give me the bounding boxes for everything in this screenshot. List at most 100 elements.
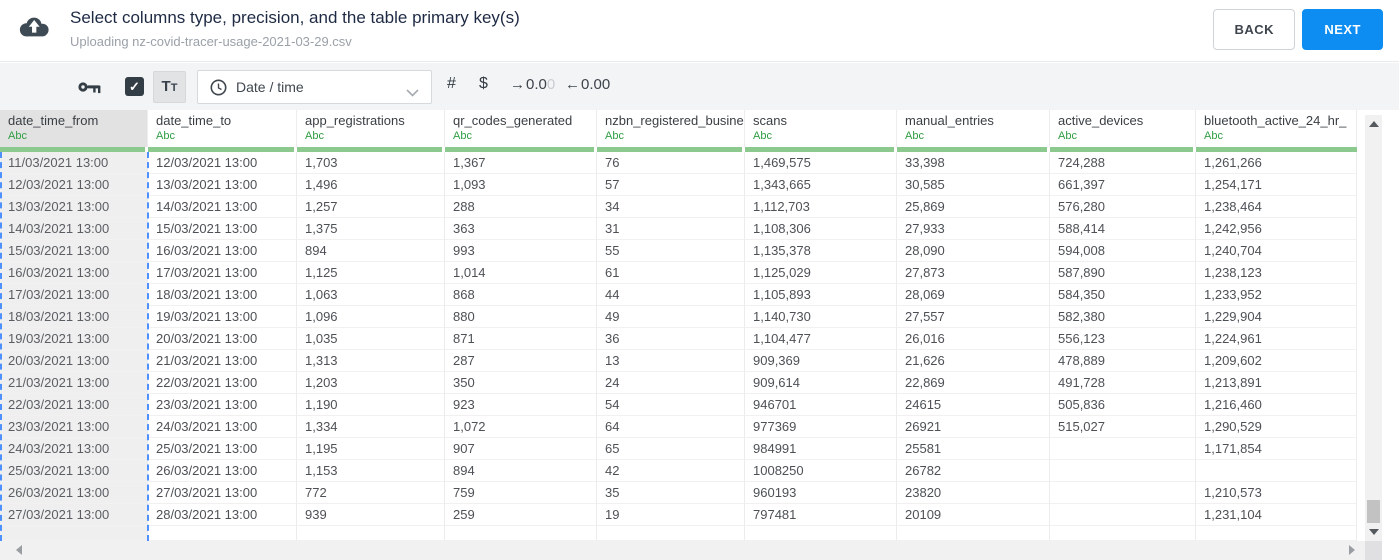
table-cell[interactable]: 1,104,477 bbox=[745, 328, 897, 350]
table-cell[interactable]: 894 bbox=[445, 460, 597, 482]
scroll-right-icon[interactable] bbox=[1349, 545, 1355, 555]
table-cell[interactable]: 259 bbox=[445, 504, 597, 526]
table-cell[interactable]: 939 bbox=[297, 504, 445, 526]
table-cell[interactable]: 61 bbox=[597, 262, 745, 284]
horizontal-scrollbar[interactable] bbox=[0, 541, 1365, 560]
table-cell[interactable]: 26/03/2021 13:00 bbox=[0, 482, 148, 504]
table-cell[interactable]: 1,254,171 bbox=[1196, 174, 1357, 196]
table-cell[interactable]: 868 bbox=[445, 284, 597, 306]
table-cell[interactable]: 19/03/2021 13:00 bbox=[0, 328, 148, 350]
table-cell[interactable]: 1,171,854 bbox=[1196, 438, 1357, 460]
table-cell[interactable]: 1,216,460 bbox=[1196, 394, 1357, 416]
number-type-button[interactable]: # bbox=[447, 75, 456, 93]
table-cell[interactable]: 12/03/2021 13:00 bbox=[0, 174, 148, 196]
table-cell[interactable]: 1,375 bbox=[297, 218, 445, 240]
table-cell[interactable]: 24/03/2021 13:00 bbox=[0, 438, 148, 460]
table-cell[interactable]: 27/03/2021 13:00 bbox=[0, 504, 148, 526]
table-cell[interactable]: 26782 bbox=[897, 460, 1050, 482]
table-cell[interactable]: 1,233,952 bbox=[1196, 284, 1357, 306]
table-cell[interactable]: 288 bbox=[445, 196, 597, 218]
table-cell[interactable]: 14/03/2021 13:00 bbox=[148, 196, 297, 218]
table-cell[interactable]: 31 bbox=[597, 218, 745, 240]
decrease-decimal-button[interactable]: ←0.00 bbox=[565, 76, 610, 93]
table-cell[interactable]: 13 bbox=[597, 350, 745, 372]
table-cell[interactable]: 26/03/2021 13:00 bbox=[148, 460, 297, 482]
table-cell[interactable]: 23/03/2021 13:00 bbox=[0, 416, 148, 438]
table-cell[interactable]: 1,135,378 bbox=[745, 240, 897, 262]
table-cell[interactable] bbox=[297, 526, 445, 541]
table-cell[interactable]: 24615 bbox=[897, 394, 1050, 416]
column-header-active_devices[interactable]: active_devices Abc bbox=[1050, 110, 1196, 147]
table-cell[interactable]: 25/03/2021 13:00 bbox=[148, 438, 297, 460]
table-cell[interactable]: 27,933 bbox=[897, 218, 1050, 240]
table-cell[interactable]: 1,229,904 bbox=[1196, 306, 1357, 328]
table-cell[interactable]: 505,836 bbox=[1050, 394, 1196, 416]
column-header-manual_entries[interactable]: manual_entries Abc bbox=[897, 110, 1050, 147]
table-cell[interactable]: 923 bbox=[445, 394, 597, 416]
table-cell[interactable] bbox=[897, 526, 1050, 541]
table-cell[interactable]: 25581 bbox=[897, 438, 1050, 460]
table-cell[interactable]: 35 bbox=[597, 482, 745, 504]
back-button[interactable]: BACK bbox=[1213, 9, 1295, 50]
table-cell[interactable]: 1,093 bbox=[445, 174, 597, 196]
table-cell[interactable]: 27,873 bbox=[897, 262, 1050, 284]
table-cell[interactable]: 26,016 bbox=[897, 328, 1050, 350]
table-cell[interactable]: 1,112,703 bbox=[745, 196, 897, 218]
scroll-up-icon[interactable] bbox=[1369, 121, 1379, 127]
table-cell[interactable]: 478,889 bbox=[1050, 350, 1196, 372]
table-cell[interactable]: 587,890 bbox=[1050, 262, 1196, 284]
table-cell[interactable]: 759 bbox=[445, 482, 597, 504]
table-cell[interactable] bbox=[1050, 504, 1196, 526]
column-header-date_time_to[interactable]: date_time_to Abc bbox=[148, 110, 297, 147]
table-cell[interactable] bbox=[1050, 438, 1196, 460]
next-button[interactable]: NEXT bbox=[1302, 9, 1383, 50]
table-cell[interactable]: 34 bbox=[597, 196, 745, 218]
table-cell[interactable]: 27,557 bbox=[897, 306, 1050, 328]
table-cell[interactable]: 20/03/2021 13:00 bbox=[0, 350, 148, 372]
table-cell[interactable]: 1,210,573 bbox=[1196, 482, 1357, 504]
table-cell[interactable]: 24 bbox=[597, 372, 745, 394]
include-column-checkbox[interactable]: ✓ bbox=[125, 77, 144, 96]
vertical-scrollbar-thumb[interactable] bbox=[1367, 500, 1380, 523]
table-cell[interactable]: 15/03/2021 13:00 bbox=[0, 240, 148, 262]
table-cell[interactable]: 1,195 bbox=[297, 438, 445, 460]
table-cell[interactable]: 16/03/2021 13:00 bbox=[0, 262, 148, 284]
table-cell[interactable]: 946701 bbox=[745, 394, 897, 416]
table-cell[interactable]: 36 bbox=[597, 328, 745, 350]
type-dropdown[interactable]: Date / time bbox=[197, 70, 432, 104]
table-cell[interactable] bbox=[0, 526, 148, 541]
column-header-qr_codes_generated[interactable]: qr_codes_generated Abc bbox=[445, 110, 597, 147]
table-cell[interactable]: 894 bbox=[297, 240, 445, 262]
table-cell[interactable]: 13/03/2021 13:00 bbox=[0, 196, 148, 218]
table-cell[interactable]: 1,334 bbox=[297, 416, 445, 438]
table-cell[interactable]: 1,496 bbox=[297, 174, 445, 196]
table-cell[interactable]: 1,014 bbox=[445, 262, 597, 284]
table-cell[interactable]: 16/03/2021 13:00 bbox=[148, 240, 297, 262]
table-cell[interactable] bbox=[445, 526, 597, 541]
table-cell[interactable]: 24/03/2021 13:00 bbox=[148, 416, 297, 438]
table-cell[interactable]: 20/03/2021 13:00 bbox=[148, 328, 297, 350]
table-cell[interactable]: 65 bbox=[597, 438, 745, 460]
table-cell[interactable]: 1,063 bbox=[297, 284, 445, 306]
table-cell[interactable]: 363 bbox=[445, 218, 597, 240]
table-cell[interactable]: 515,027 bbox=[1050, 416, 1196, 438]
primary-key-icon[interactable] bbox=[78, 81, 101, 99]
table-cell[interactable]: 49 bbox=[597, 306, 745, 328]
table-cell[interactable]: 984991 bbox=[745, 438, 897, 460]
table-cell[interactable]: 797481 bbox=[745, 504, 897, 526]
table-cell[interactable]: 21,626 bbox=[897, 350, 1050, 372]
table-cell[interactable]: 11/03/2021 13:00 bbox=[0, 152, 148, 174]
table-cell[interactable]: 1,125,029 bbox=[745, 262, 897, 284]
table-cell[interactable]: 1,096 bbox=[297, 306, 445, 328]
table-cell[interactable]: 1,209,602 bbox=[1196, 350, 1357, 372]
table-cell[interactable]: 22/03/2021 13:00 bbox=[0, 394, 148, 416]
table-cell[interactable]: 21/03/2021 13:00 bbox=[0, 372, 148, 394]
table-cell[interactable]: 30,585 bbox=[897, 174, 1050, 196]
currency-type-button[interactable]: $ bbox=[479, 75, 488, 93]
table-cell[interactable]: 1,367 bbox=[445, 152, 597, 174]
table-cell[interactable]: 1,261,266 bbox=[1196, 152, 1357, 174]
table-cell[interactable]: 12/03/2021 13:00 bbox=[148, 152, 297, 174]
table-cell[interactable]: 1,257 bbox=[297, 196, 445, 218]
table-cell[interactable]: 1,313 bbox=[297, 350, 445, 372]
table-cell[interactable]: 1,125 bbox=[297, 262, 445, 284]
